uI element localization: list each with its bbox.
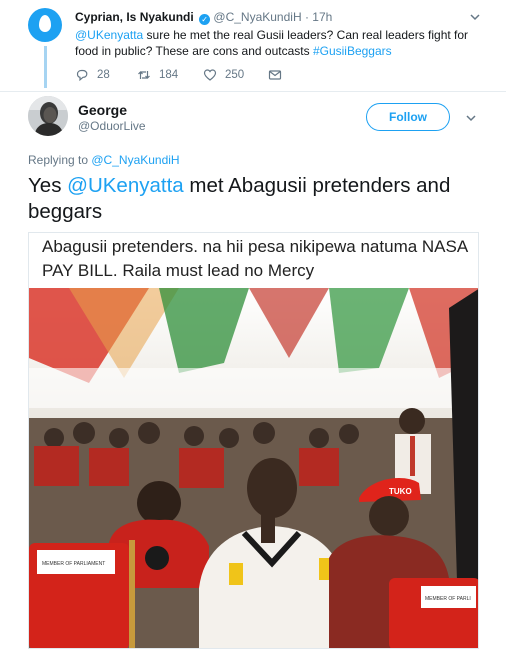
retweet-button[interactable]: 184 bbox=[137, 67, 178, 83]
george-avatar[interactable] bbox=[28, 96, 68, 136]
parent-tweet-header: Cyprian, Is Nyakundi ✓ @C_NyaKundiH · 17… bbox=[75, 10, 332, 25]
verified-badge-icon: ✓ bbox=[199, 14, 211, 25]
like-count: 250 bbox=[225, 69, 245, 81]
tweet-divider bbox=[0, 91, 506, 92]
replying-to-link[interactable]: @C_NyaKundiH bbox=[91, 153, 179, 167]
replying-prefix: Replying to bbox=[28, 153, 92, 167]
parent-tweet-time[interactable]: 17h bbox=[312, 10, 332, 24]
tweet-text-prefix: Yes bbox=[28, 174, 68, 197]
reply-icon bbox=[76, 69, 88, 82]
cap-logo-text: TUKO bbox=[389, 487, 412, 496]
parent-tweet-text: @UKenyatta sure he met the real Gusii le… bbox=[75, 27, 485, 59]
hashtag-link[interactable]: #GusiiBeggars bbox=[313, 44, 392, 58]
like-button[interactable]: 250 bbox=[203, 67, 244, 83]
seat-label-right: MEMBER OF PARLI bbox=[425, 596, 471, 602]
reply-count: 28 bbox=[97, 69, 110, 81]
author-name[interactable]: George bbox=[78, 102, 127, 118]
chevron-down-icon[interactable] bbox=[464, 111, 478, 125]
retweet-icon bbox=[138, 71, 150, 79]
tweet-media[interactable]: Abagusii pretenders. na hii pesa nikipew… bbox=[28, 232, 479, 649]
event-photo[interactable]: TUKO MEMBER OF PARLIAMENT MEMBER OF PARL… bbox=[29, 288, 479, 649]
chevron-down-icon[interactable] bbox=[468, 10, 482, 24]
retweet-count: 184 bbox=[159, 69, 179, 81]
tweet-text: Yes @UKenyatta met Abagusii pretenders a… bbox=[28, 173, 488, 225]
reply-button[interactable]: 28 bbox=[75, 67, 110, 83]
message-icon bbox=[268, 70, 282, 80]
parent-tweet: Cyprian, Is Nyakundi ✓ @C_NyaKundiH · 17… bbox=[0, 0, 506, 92]
image-caption: Abagusii pretenders. na hii pesa nikipew… bbox=[42, 237, 468, 280]
mention-link[interactable]: @UKenyatta bbox=[67, 174, 184, 197]
author-handle[interactable]: @OduorLive bbox=[78, 119, 146, 133]
like-icon bbox=[203, 69, 217, 81]
default-egg-avatar[interactable] bbox=[28, 8, 62, 42]
parent-author-name[interactable]: Cyprian, Is Nyakundi bbox=[75, 10, 194, 24]
seat-label-left: MEMBER OF PARLIAMENT bbox=[42, 561, 105, 567]
follow-button[interactable]: Follow bbox=[366, 103, 450, 131]
replying-to: Replying to @C_NyaKundiH bbox=[28, 153, 180, 167]
mention-link[interactable]: @UKenyatta bbox=[75, 28, 143, 42]
time-separator: · bbox=[304, 10, 309, 24]
user-photo-avatar bbox=[28, 96, 68, 136]
thread-connector-line bbox=[44, 46, 47, 88]
parent-author-handle[interactable]: @C_NyaKundiH bbox=[213, 10, 301, 24]
direct-message-button[interactable] bbox=[268, 67, 290, 83]
